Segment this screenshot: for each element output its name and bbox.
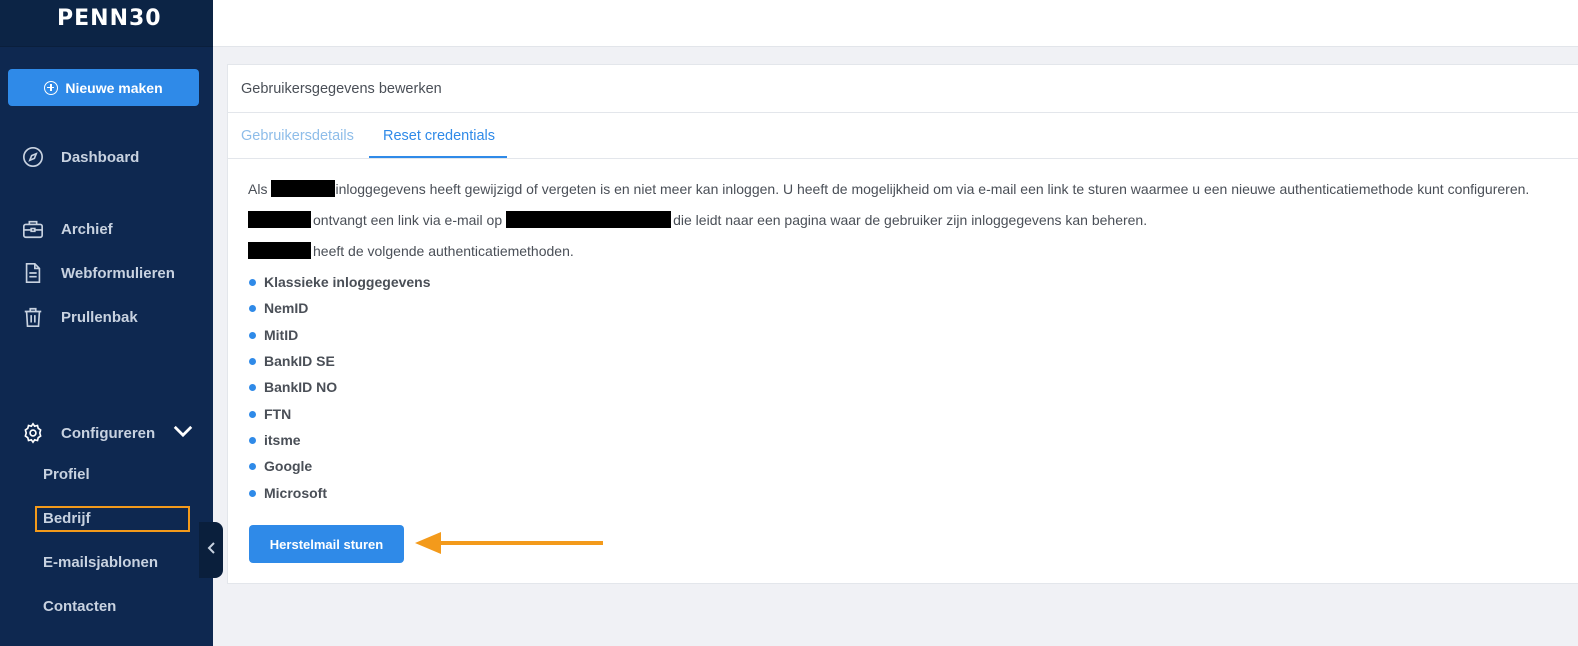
method-label: BankID NO <box>264 379 338 395</box>
sidebar-item-configureren[interactable]: Configureren <box>22 420 194 446</box>
sidebar: PENN30 Nieuwe maken Dashboard Archief We… <box>0 0 213 646</box>
edit-user-card: Gebruikersgegevens bewerken Gebruikersde… <box>227 64 1578 584</box>
document-icon <box>22 262 44 284</box>
method-label: Google <box>264 458 313 474</box>
bullet <box>249 383 256 391</box>
sidebar-item-dashboard[interactable]: Dashboard <box>22 146 139 168</box>
bullet <box>249 462 256 470</box>
list-item: BankID NO <box>249 379 337 395</box>
sidebar-item-prullenbak[interactable]: Prullenbak <box>22 306 138 328</box>
bullet <box>249 278 256 286</box>
plus-circle-icon <box>44 80 59 95</box>
sidebar-subitem-bedrijf[interactable]: Bedrijf <box>43 510 91 527</box>
divider <box>228 112 1578 113</box>
sidebar-item-label: Configureren <box>61 424 156 442</box>
para-prefix: Als <box>248 180 268 197</box>
intro-paragraph: Als inloggegevens heeft gewijzigd of ver… <box>248 180 1529 197</box>
list-item: MitID <box>249 327 298 343</box>
sidebar-item-label: Dashboard <box>61 148 140 166</box>
bullet <box>249 304 256 312</box>
divider <box>228 158 1578 159</box>
bullet <box>249 331 256 339</box>
redacted-email <box>506 211 672 228</box>
sidebar-subitem-contacten[interactable]: Contacten <box>43 598 116 615</box>
logo[interactable]: PENN30 <box>57 6 162 31</box>
tab-reset-credentials[interactable]: Reset credentials <box>383 128 495 144</box>
list-item: BankID SE <box>249 353 335 369</box>
method-label: FTN <box>264 406 292 422</box>
list-item: Microsoft <box>249 485 327 501</box>
sidebar-item-label: Webformulieren <box>61 264 175 282</box>
bullet <box>249 489 256 497</box>
logo-bar: PENN30 <box>0 0 213 47</box>
para-text: ontvangt een link via e-mail op <box>313 211 503 228</box>
redacted-name <box>271 180 336 197</box>
sidebar-item-webformulieren[interactable]: Webformulieren <box>22 262 175 284</box>
chevron-left-icon <box>206 541 216 560</box>
method-label: BankID SE <box>264 353 335 369</box>
chevron-down-icon <box>172 420 194 446</box>
annotation-arrow-icon <box>415 532 603 554</box>
list-item: Google <box>249 458 312 474</box>
method-label: Microsoft <box>264 485 327 501</box>
card-title: Gebruikersgegevens bewerken <box>241 81 442 97</box>
gear-icon <box>22 422 44 444</box>
trash-icon <box>22 306 44 328</box>
method-label: MitID <box>264 327 299 343</box>
para-text: die leidt naar een pagina waar de gebrui… <box>673 211 1148 228</box>
sidebar-item-label: Archief <box>61 220 113 238</box>
methods-paragraph: heeft de volgende authenticatiemethoden. <box>248 242 574 259</box>
bullet <box>249 410 256 418</box>
send-reset-mail-button[interactable]: Herstelmail sturen <box>249 525 404 563</box>
bullet <box>249 357 256 365</box>
method-label: NemID <box>264 300 309 316</box>
method-label: Klassieke inloggegevens <box>264 274 431 290</box>
sidebar-collapse-button[interactable] <box>199 522 223 578</box>
list-item: itsme <box>249 432 301 448</box>
redacted-name <box>248 242 311 259</box>
para-text: heeft de volgende authenticatiemethoden. <box>313 242 574 259</box>
new-button[interactable]: Nieuwe maken <box>8 69 199 106</box>
tab-gebruikersdetails[interactable]: Gebruikersdetails <box>241 128 354 144</box>
new-button-label: Nieuwe maken <box>65 79 163 96</box>
para-text: inloggegevens heeft gewijzigd of vergete… <box>335 180 1530 197</box>
sidebar-item-archief[interactable]: Archief <box>22 218 113 240</box>
bullet <box>249 436 256 444</box>
list-item: NemID <box>249 300 308 316</box>
compass-icon <box>22 146 44 168</box>
list-item: Klassieke inloggegevens <box>249 274 431 290</box>
sidebar-item-label: Prullenbak <box>61 308 138 326</box>
sidebar-subitem-profiel[interactable]: Profiel <box>43 466 90 483</box>
list-item: FTN <box>249 406 291 422</box>
briefcase-icon <box>22 218 44 240</box>
sidebar-subitem-emailsjablonen[interactable]: E-mailsjablonen <box>43 554 158 571</box>
top-bar <box>213 0 1578 47</box>
link-paragraph: ontvangt een link via e-mail op die leid… <box>248 211 1147 228</box>
method-label: itsme <box>264 432 301 448</box>
redacted-name <box>248 211 311 228</box>
